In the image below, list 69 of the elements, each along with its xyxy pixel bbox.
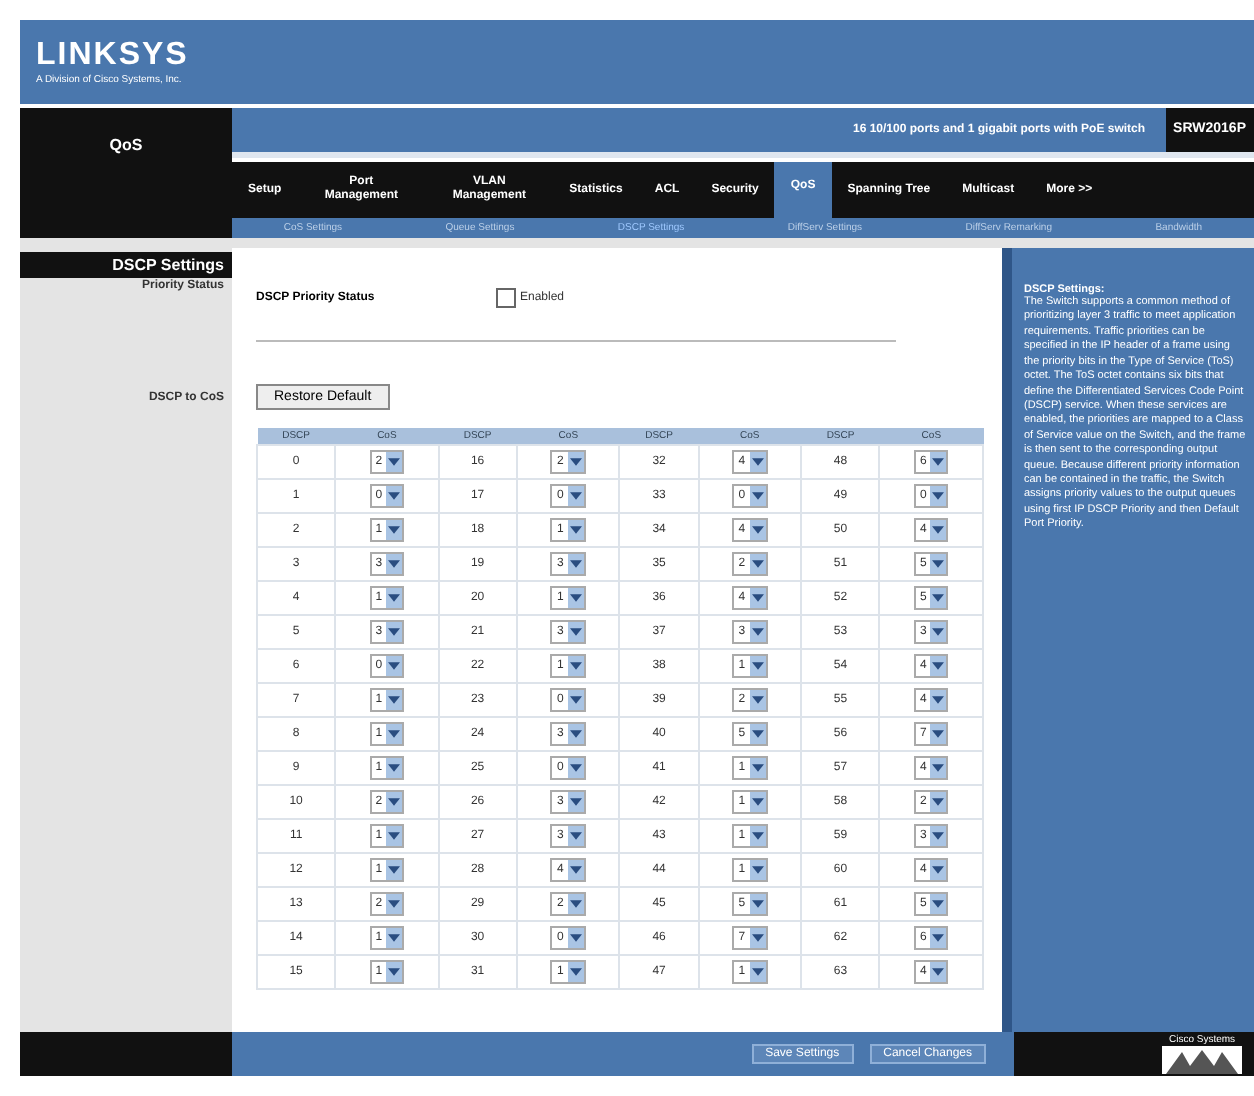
caret-icon xyxy=(930,656,947,676)
caret-icon xyxy=(749,520,766,540)
caret-icon xyxy=(567,520,584,540)
caret-icon xyxy=(567,792,584,812)
caret-icon xyxy=(930,690,947,710)
logo-text: LINKSYS xyxy=(36,38,189,74)
caret-icon xyxy=(567,452,584,472)
caret-icon xyxy=(930,588,947,608)
caret-icon xyxy=(386,928,403,948)
caret-icon xyxy=(749,486,766,506)
caret-icon xyxy=(930,792,947,812)
caret-icon xyxy=(386,826,403,846)
section-title: QoS xyxy=(109,136,143,158)
caret-icon xyxy=(930,554,947,574)
caret-icon xyxy=(567,962,584,982)
caret-icon xyxy=(930,724,947,744)
caret-icon xyxy=(749,554,766,574)
caret-icon xyxy=(930,826,947,846)
caret-icon xyxy=(749,928,766,948)
caret-icon xyxy=(749,962,766,982)
caret-icon xyxy=(930,622,947,642)
checkbox[interactable] xyxy=(496,288,516,308)
caret-icon xyxy=(386,962,403,982)
caret-icon xyxy=(749,792,766,812)
caret-icon xyxy=(567,554,584,574)
caret-icon xyxy=(567,486,584,506)
caret-icon xyxy=(386,486,403,506)
caret-icon xyxy=(386,792,403,812)
caret-icon xyxy=(749,860,766,880)
caret-icon xyxy=(567,860,584,880)
caret-icon xyxy=(749,690,766,710)
caret-icon xyxy=(930,928,947,948)
caret-icon xyxy=(749,622,766,642)
caret-icon xyxy=(930,860,947,880)
caret-icon xyxy=(749,894,766,914)
caret-icon xyxy=(749,588,766,608)
caret-icon xyxy=(567,928,584,948)
bridge-logo-icon xyxy=(1162,1046,1242,1074)
caret-icon xyxy=(749,758,766,778)
caret-icon xyxy=(386,656,403,676)
sidebar-title: DSCP Settings xyxy=(20,252,232,278)
caret-icon xyxy=(749,656,766,676)
caret-icon xyxy=(567,826,584,846)
caret-icon xyxy=(386,758,403,778)
caret-icon xyxy=(567,724,584,744)
caret-icon xyxy=(749,724,766,744)
caret-icon xyxy=(930,486,947,506)
caret-icon xyxy=(567,656,584,676)
caret-icon xyxy=(930,894,947,914)
caret-icon xyxy=(386,520,403,540)
caret-icon xyxy=(386,690,403,710)
caret-icon xyxy=(567,622,584,642)
caret-icon xyxy=(930,962,947,982)
caret-icon xyxy=(749,826,766,846)
caret-icon xyxy=(386,894,403,914)
caret-icon xyxy=(930,452,947,472)
caret-icon xyxy=(386,452,403,472)
caret-icon xyxy=(386,724,403,744)
caret-icon xyxy=(749,452,766,472)
caret-icon xyxy=(386,860,403,880)
caret-icon xyxy=(386,622,403,642)
caret-icon xyxy=(930,758,947,778)
caret-icon xyxy=(386,554,403,574)
caret-icon xyxy=(386,588,403,608)
caret-icon xyxy=(567,894,584,914)
caret-icon xyxy=(567,690,584,710)
caret-icon xyxy=(567,588,584,608)
caret-icon xyxy=(930,520,947,540)
caret-icon xyxy=(567,758,584,778)
